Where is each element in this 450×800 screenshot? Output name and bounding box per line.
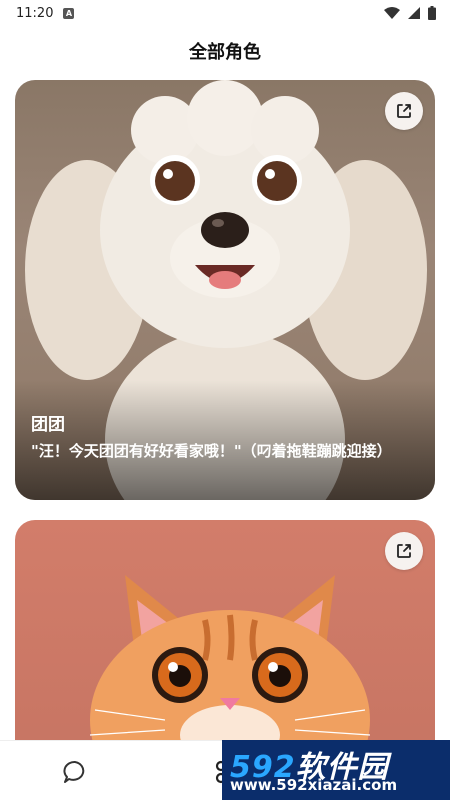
role-card-tuantuan[interactable]: 团团 "汪！今天团团有好好看家哦！"（叼着拖鞋蹦跳迎接）: [15, 80, 435, 500]
wifi-icon: [384, 7, 400, 19]
status-bar: 11:20 A: [0, 0, 450, 26]
share-button[interactable]: [385, 532, 423, 570]
status-left: 11:20 A: [16, 5, 75, 21]
signal-icon: [408, 7, 420, 19]
chat-bubble-icon[interactable]: [62, 759, 88, 785]
battery-icon: [428, 6, 436, 20]
status-right: [384, 6, 436, 20]
role-name: 团团: [31, 415, 65, 435]
cat-illustration: [89, 575, 371, 760]
role-description: "汪！今天团团有好好看家哦！"（叼着拖鞋蹦跳迎接）: [31, 442, 392, 460]
share-icon: [397, 104, 411, 118]
watermark-url: www.592xiazai.com: [230, 776, 398, 794]
share-icon: [397, 544, 411, 558]
app-notification-icon: A: [63, 7, 75, 19]
share-button[interactable]: [385, 92, 423, 130]
page-title: 全部角色: [189, 42, 261, 63]
status-time: 11:20: [16, 5, 54, 21]
watermark: 592软件园 www.592xiazai.com: [222, 740, 450, 800]
role-card-cat[interactable]: [15, 520, 435, 760]
